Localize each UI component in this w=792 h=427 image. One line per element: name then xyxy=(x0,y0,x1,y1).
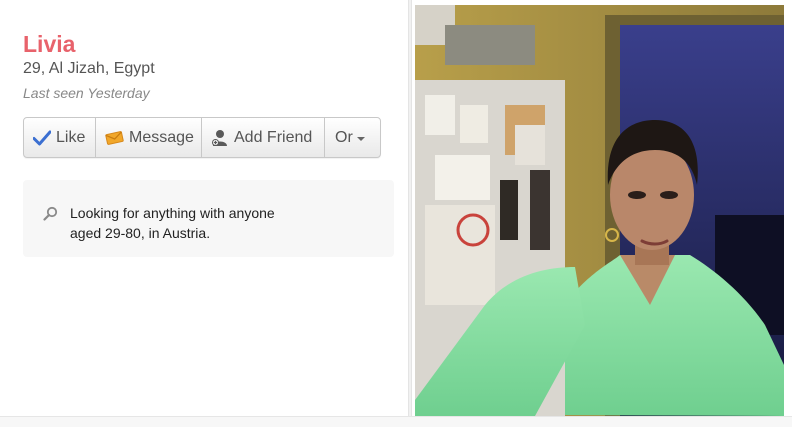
profile-panel: Livia 29, Al Jizah, Egypt Last seen Yest… xyxy=(0,0,408,416)
last-seen-status: Last seen Yesterday xyxy=(23,85,150,101)
message-button-label: Message xyxy=(129,128,194,146)
looking-for-box: Looking for anything with anyone aged 29… xyxy=(23,180,394,257)
action-button-group: Like Message Add Friend Or xyxy=(23,117,381,158)
like-button-label: Like xyxy=(56,128,86,146)
check-icon xyxy=(33,130,51,146)
add-friend-button[interactable]: Add Friend xyxy=(202,118,325,157)
like-button[interactable]: Like xyxy=(24,118,96,157)
search-icon xyxy=(43,206,58,226)
or-dropdown-button[interactable]: Or xyxy=(325,118,380,157)
looking-for-line-1: Looking for anything with anyone xyxy=(70,205,275,221)
panel-divider xyxy=(408,0,412,416)
or-button-label: Or xyxy=(335,128,353,146)
add-friend-button-label: Add Friend xyxy=(234,128,313,146)
message-button[interactable]: Message xyxy=(96,118,202,157)
profile-photo[interactable] xyxy=(415,5,784,416)
caret-down-icon xyxy=(356,136,365,141)
person-add-icon xyxy=(211,129,229,147)
looking-for-line-2: aged 29-80, in Austria. xyxy=(70,225,211,241)
envelope-icon xyxy=(105,130,124,145)
profile-location: 29, Al Jizah, Egypt xyxy=(23,60,155,77)
looking-for-text: Looking for anything with anyone aged 29… xyxy=(70,203,370,243)
profile-photo-image xyxy=(415,5,784,416)
profile-name: Livia xyxy=(23,31,76,57)
bottom-strip xyxy=(0,416,792,427)
